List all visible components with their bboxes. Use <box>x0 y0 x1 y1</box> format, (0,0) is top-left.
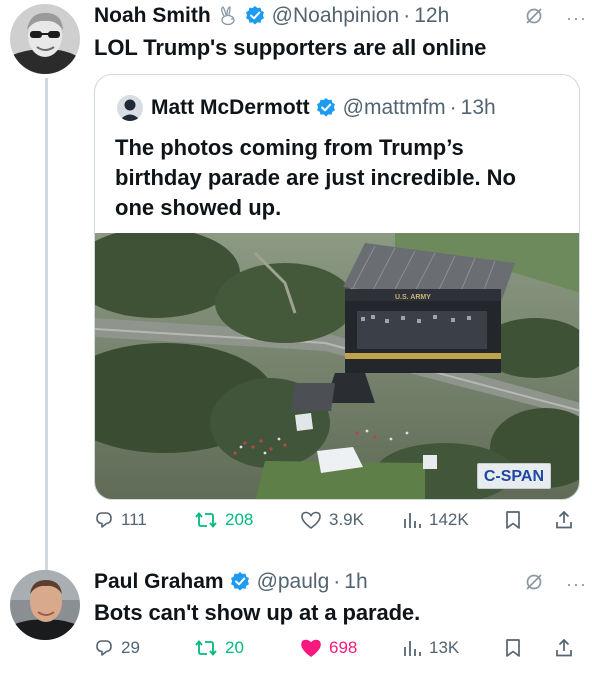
tweet2-header-actions: ··· <box>524 572 587 597</box>
tweet1-text: LOL Trump's supporters are all online <box>94 35 487 60</box>
views-icon <box>404 513 421 528</box>
tweet1-like-button[interactable]: 3.9K <box>300 510 364 530</box>
tweet2-view-count: 13K <box>429 638 460 657</box>
tweet1-reply-button[interactable]: 111 <box>94 510 147 530</box>
quoted-handle[interactable]: @mattmfm <box>343 96 446 120</box>
tweet1-timestamp[interactable]: 12h <box>414 4 449 28</box>
tweet2-repost-count: 20 <box>225 638 244 657</box>
cspan-watermark: C-SPAN <box>476 463 551 489</box>
bookmark-icon <box>506 511 520 529</box>
tweet1-share-button[interactable] <box>554 510 581 530</box>
tweet1-more-icon[interactable]: ··· <box>566 8 587 29</box>
thread-line <box>45 78 48 570</box>
tweet2-bookmark-button[interactable] <box>504 638 529 658</box>
repost-icon <box>195 640 217 656</box>
rabbit-icon <box>217 5 239 27</box>
share-icon <box>556 638 572 657</box>
tweet2-like-button[interactable]: 698 <box>300 638 357 658</box>
tweet1-reply-count: 111 <box>121 510 147 529</box>
tweet2-like-count: 698 <box>329 638 358 657</box>
tweet2-separator: · <box>333 570 341 593</box>
tweet1-repost-button[interactable]: 208 <box>194 510 253 530</box>
tweet2-repost-button[interactable]: 20 <box>194 638 244 658</box>
heart-icon <box>301 511 321 529</box>
share-icon <box>556 510 572 529</box>
tweet1-bookmark-button[interactable] <box>504 510 529 530</box>
quoted-tweet-card[interactable]: Matt McDermott @mattmfm · 13h The photos… <box>94 74 580 500</box>
noah-smith-avatar[interactable] <box>10 4 80 74</box>
tweet1-like-count: 3.9K <box>329 510 364 529</box>
quoted-timestamp[interactable]: 13h <box>461 96 496 120</box>
mute-icon[interactable] <box>524 6 544 31</box>
tweet1-author-name[interactable]: Noah Smith <box>94 4 211 28</box>
tweet2-timestamp[interactable]: 1h <box>344 570 367 594</box>
quoted-separator: · <box>449 96 457 119</box>
tweet2-views-button[interactable]: 13K <box>402 638 459 658</box>
verified-badge-icon <box>229 571 251 593</box>
tweet1-separator: · <box>403 4 411 27</box>
tweet1-action-bar: 111 208 3.9K 142K <box>94 510 584 540</box>
paul-graham-avatar[interactable] <box>10 570 80 640</box>
mute-icon[interactable] <box>524 572 544 597</box>
parade-aerial-photo[interactable]: U.S. ARMY C-SPAN <box>95 228 579 499</box>
tweet2-reply-count: 29 <box>121 638 140 657</box>
tweet1-handle[interactable]: @Noahpinion <box>272 4 400 28</box>
tweet2-action-bar: 29 20 698 13K <box>94 638 584 668</box>
reply-icon <box>96 512 112 528</box>
tweet1-view-count: 142K <box>429 510 469 529</box>
tweet2-text: Bots can't show up at a parade. <box>94 600 421 625</box>
quoted-tweet-text: The photos coming from Trump’s birthday … <box>115 133 565 223</box>
tweet2-header: Paul Graham @paulg · 1h <box>94 570 368 594</box>
views-icon <box>404 641 421 656</box>
verified-badge-icon <box>315 97 337 119</box>
tweet1-header-actions: ··· <box>524 6 587 31</box>
verified-badge-icon <box>244 5 266 27</box>
matt-mcdermott-avatar[interactable] <box>117 95 143 121</box>
quoted-text-line: one showed up. <box>115 195 282 220</box>
quoted-text-line: birthday parade are just incredible. No <box>115 165 516 190</box>
quoted-author-name[interactable]: Matt McDermott <box>151 96 310 120</box>
tweet2-handle[interactable]: @paulg <box>257 570 330 594</box>
heart-filled-icon <box>301 639 321 657</box>
quoted-tweet-header: Matt McDermott @mattmfm · 13h <box>117 95 496 121</box>
repost-icon <box>195 512 217 528</box>
tweet1-repost-count: 208 <box>225 510 254 529</box>
tweet2-author-name[interactable]: Paul Graham <box>94 570 224 594</box>
tweet2-more-icon[interactable]: ··· <box>566 574 587 595</box>
tweet1-header: Noah Smith @Noahpinion · 12h <box>94 4 449 28</box>
stage-sign-text: U.S. ARMY <box>395 294 431 301</box>
tweet2-reply-button[interactable]: 29 <box>94 638 140 658</box>
bookmark-icon <box>506 639 520 657</box>
quoted-text-line: The photos coming from Trump’s <box>115 135 464 160</box>
tweet1-views-button[interactable]: 142K <box>402 510 469 530</box>
reply-icon <box>96 640 112 656</box>
tweet2-share-button[interactable] <box>554 638 581 658</box>
